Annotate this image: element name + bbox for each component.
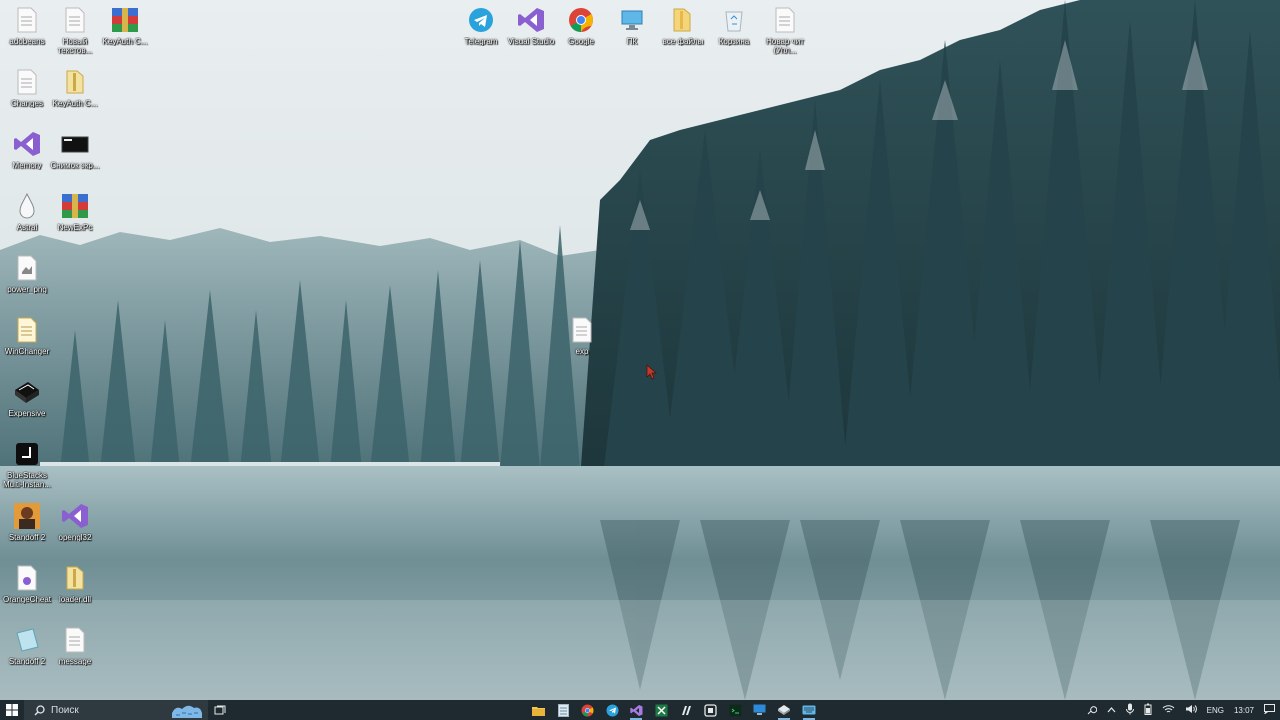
- taskbar-terminal[interactable]: [727, 702, 743, 718]
- desktop-icon-opengl32[interactable]: opengl32: [48, 498, 102, 558]
- desktop-icon-message[interactable]: message: [48, 622, 102, 682]
- standoff-folder-icon: [13, 626, 41, 654]
- image-file-icon: [61, 130, 89, 158]
- monitor-icon: [753, 704, 765, 715]
- text-file-icon: [771, 6, 799, 34]
- this-pc-icon: [618, 6, 646, 34]
- notepad-icon: [557, 703, 569, 717]
- desktop-icon-visual-studio[interactable]: Visual Studio: [504, 2, 558, 62]
- volume-icon[interactable]: [1185, 704, 1197, 716]
- visual-studio-icon: [517, 6, 545, 34]
- desktop-icon-this-pc[interactable]: ПК: [605, 2, 659, 62]
- desktop-icon-adobeans[interactable]: adobeans: [0, 2, 54, 62]
- visual-studio-icon: [629, 704, 642, 716]
- search-placeholder: Поиск: [51, 704, 79, 716]
- desktop-icon-winchanger[interactable]: WinChanger: [0, 312, 54, 372]
- taskbar-chrome[interactable]: [579, 702, 595, 718]
- notification-icon: [1263, 704, 1275, 715]
- mouse-cursor-icon: [646, 364, 657, 380]
- desktop-icon-loader-dll[interactable]: loader.dll: [48, 560, 102, 620]
- desktop-icon-power-png[interactable]: power_png: [0, 250, 54, 310]
- task-view-button[interactable]: [208, 700, 232, 720]
- visual-studio-icon: [13, 130, 41, 158]
- desktop-icon-all-files[interactable]: все файлы: [656, 2, 710, 62]
- bluestacks-icon: [13, 440, 41, 468]
- battery-icon[interactable]: [1144, 703, 1152, 717]
- taskbar-app-n[interactable]: [678, 702, 694, 718]
- text-file-icon: [61, 6, 89, 34]
- standoff-icon: [13, 502, 41, 530]
- desktop-icon-standoff2[interactable]: Standoff 2: [0, 498, 54, 558]
- taskbar-telegram[interactable]: [604, 702, 620, 718]
- keyboard-icon: [802, 705, 816, 715]
- astral-icon: [13, 192, 41, 220]
- desktop-icon-screenshot[interactable]: Снимок экр...: [48, 126, 102, 186]
- network-people-icon[interactable]: [1086, 704, 1097, 717]
- search-icon: [34, 704, 45, 715]
- visual-studio-icon: [61, 502, 89, 530]
- desktop-icon-keyauth-folder[interactable]: KeyAuth C...: [48, 64, 102, 124]
- taskbar-notepad[interactable]: [555, 702, 571, 718]
- desktop-wallpaper: [0, 0, 1280, 700]
- winrar-icon: [61, 192, 89, 220]
- microphone-icon[interactable]: [1125, 703, 1134, 717]
- chrome-icon: [567, 6, 595, 34]
- taskbar-monitor[interactable]: [751, 702, 767, 718]
- store-icon: [703, 703, 717, 717]
- desktop-icon-keyauth-rar[interactable]: KeyAuth C...: [98, 2, 152, 62]
- taskbar-search-box[interactable]: Поиск: [24, 700, 208, 720]
- desktop-icon-google[interactable]: Google: [554, 2, 608, 62]
- search-highlight-icon: [172, 705, 202, 718]
- chevron-up-icon[interactable]: [1107, 706, 1116, 715]
- desktop-icon-exp[interactable]: exp: [555, 312, 609, 372]
- start-button[interactable]: [0, 700, 24, 720]
- excel-icon: [655, 704, 667, 716]
- windows-logo-icon: [6, 704, 18, 716]
- taskbar-store[interactable]: [702, 702, 718, 718]
- system-tray: ENG 13:07: [1081, 700, 1280, 720]
- text-file-icon: [568, 316, 596, 344]
- language-indicator[interactable]: ENG: [1207, 706, 1224, 715]
- desktop-icon-bluestacks[interactable]: BlueStacks Multi-Instan...: [0, 436, 54, 496]
- desktop-icon-newexpc[interactable]: NewExPc: [48, 188, 102, 248]
- expensive-app-icon: [13, 378, 41, 406]
- task-view-icon: [214, 705, 226, 714]
- telegram-icon: [467, 6, 495, 34]
- taskbar-expensive[interactable]: [776, 702, 792, 720]
- config-file-icon: [13, 564, 41, 592]
- taskbar-excel[interactable]: [653, 702, 669, 718]
- folder-icon: [669, 6, 697, 34]
- text-file-icon: [13, 6, 41, 34]
- text-file-icon: [13, 68, 41, 96]
- telegram-icon: [606, 704, 618, 716]
- recycle-bin-icon: [720, 6, 748, 34]
- taskbar-keyboard[interactable]: [801, 702, 817, 720]
- taskbar-file-explorer[interactable]: [530, 702, 546, 718]
- clock[interactable]: 13:07: [1234, 706, 1254, 715]
- app-n-icon: [681, 705, 691, 715]
- wifi-icon[interactable]: [1162, 704, 1175, 716]
- desktop-icon-expensive[interactable]: Expensive: [0, 374, 54, 434]
- chrome-icon: [581, 704, 593, 716]
- terminal-icon: [729, 704, 741, 716]
- desktop-icon-changes[interactable]: Changes: [0, 64, 54, 124]
- desktop-icon-new-cheat[interactable]: Новар чит (Упл...: [758, 2, 812, 62]
- desktop-icon-memory[interactable]: Memory: [0, 126, 54, 186]
- folder-icon: [61, 68, 89, 96]
- desktop-icon-new-text[interactable]: Новый текстов...: [48, 2, 102, 62]
- desktop-icon-telegram[interactable]: Telegram: [454, 2, 508, 62]
- expensive-app-icon: [778, 705, 790, 715]
- desktop-icon-astral[interactable]: Astral: [0, 188, 54, 248]
- config-file-icon: [13, 316, 41, 344]
- notification-center-button[interactable]: [1263, 704, 1275, 716]
- desktop-icon-recycle-bin[interactable]: Корзина: [707, 2, 761, 62]
- desktop-icon-standoff2-shortcut[interactable]: Standoff 2: [0, 622, 54, 682]
- winrar-icon: [111, 6, 139, 34]
- dll-file-icon: [61, 564, 89, 592]
- file-explorer-icon: [531, 706, 545, 716]
- text-file-icon: [61, 626, 89, 654]
- image-file-icon: [13, 254, 41, 282]
- taskbar-visual-studio[interactable]: [628, 702, 644, 720]
- desktop-icon-orangecheat[interactable]: OrangeCheat: [0, 560, 54, 620]
